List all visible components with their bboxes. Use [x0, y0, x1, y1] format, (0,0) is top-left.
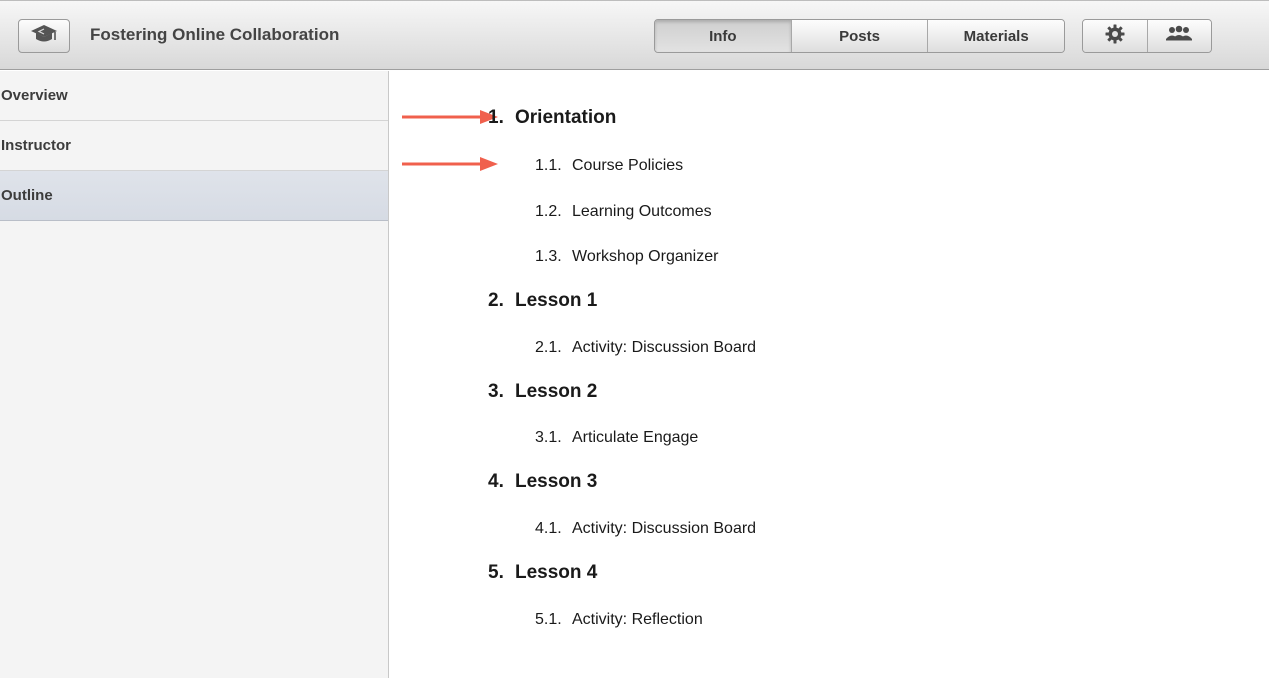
outline-section-orientation[interactable]: 1. Orientation [488, 107, 616, 129]
course-title: Fostering Online Collaboration [90, 25, 340, 44]
course-outline: 1. Orientation 1.1. Course Policies 1.2.… [390, 71, 1269, 678]
section-number: 5. [488, 562, 504, 583]
outline-item-learning-outcomes[interactable]: 1.2. Learning Outcomes [535, 203, 712, 221]
sidebar-item-label: Instructor [1, 137, 72, 154]
section-title: Orientation [515, 107, 617, 128]
toolbar-icon-group [1082, 19, 1212, 53]
sidebar-item-instructor[interactable]: Instructor [0, 121, 388, 171]
people-icon [1164, 23, 1194, 49]
item-number: 1.3. [535, 248, 562, 265]
sidebar-item-outline[interactable]: Outline [0, 171, 388, 221]
section-number: 2. [488, 290, 504, 311]
sidebar-item-label: Outline [1, 187, 53, 204]
outline-item-discussion-board[interactable]: 2.1. Activity: Discussion Board [535, 339, 756, 357]
outline-item-reflection[interactable]: 5.1. Activity: Reflection [535, 611, 703, 629]
outline-section-lesson-3[interactable]: 4. Lesson 3 [488, 471, 597, 493]
outline-section-lesson-4[interactable]: 5. Lesson 4 [488, 562, 597, 584]
gear-icon [1104, 23, 1126, 49]
outline-item-discussion-board[interactable]: 4.1. Activity: Discussion Board [535, 520, 756, 538]
tab-materials[interactable]: Materials [928, 20, 1064, 52]
outline-section-lesson-2[interactable]: 3. Lesson 2 [488, 381, 597, 403]
settings-button[interactable] [1083, 20, 1148, 52]
annotation-arrow [402, 157, 498, 171]
tab-info[interactable]: Info [655, 20, 792, 52]
section-title: Lesson 4 [515, 562, 598, 583]
item-number: 2.1. [535, 339, 562, 356]
item-number: 1.1. [535, 157, 562, 174]
item-number: 1.2. [535, 203, 562, 220]
main-tabs: Info Posts Materials [654, 19, 1065, 53]
sidebar: Overview Instructor Outline [0, 71, 389, 678]
item-number: 4.1. [535, 520, 562, 537]
graduation-cap-icon [30, 22, 58, 51]
course-home-button[interactable] [18, 19, 70, 53]
item-title: Workshop Organizer [572, 248, 719, 265]
item-title: Course Policies [572, 157, 684, 174]
annotation-arrow [402, 110, 498, 124]
item-title: Articulate Engage [572, 429, 699, 446]
section-title: Lesson 3 [515, 471, 598, 492]
top-toolbar: Fostering Online Collaboration Info Post… [0, 0, 1269, 70]
sidebar-item-label: Overview [1, 87, 68, 104]
section-number: 3. [488, 381, 504, 402]
outline-section-lesson-1[interactable]: 2. Lesson 1 [488, 290, 597, 312]
people-button[interactable] [1147, 20, 1211, 52]
section-number: 4. [488, 471, 504, 492]
item-number: 3.1. [535, 429, 562, 446]
item-title: Learning Outcomes [572, 203, 712, 220]
outline-item-course-policies[interactable]: 1.1. Course Policies [535, 157, 683, 175]
tab-posts[interactable]: Posts [791, 20, 929, 52]
sidebar-item-overview[interactable]: Overview [0, 71, 388, 121]
item-title: Activity: Reflection [572, 611, 703, 628]
item-number: 5.1. [535, 611, 562, 628]
outline-item-workshop-organizer[interactable]: 1.3. Workshop Organizer [535, 248, 718, 266]
section-number: 1. [488, 107, 504, 128]
section-title: Lesson 1 [515, 290, 598, 311]
item-title: Activity: Discussion Board [572, 339, 757, 356]
outline-item-articulate-engage[interactable]: 3.1. Articulate Engage [535, 429, 698, 447]
section-title: Lesson 2 [515, 381, 598, 402]
item-title: Activity: Discussion Board [572, 520, 757, 537]
